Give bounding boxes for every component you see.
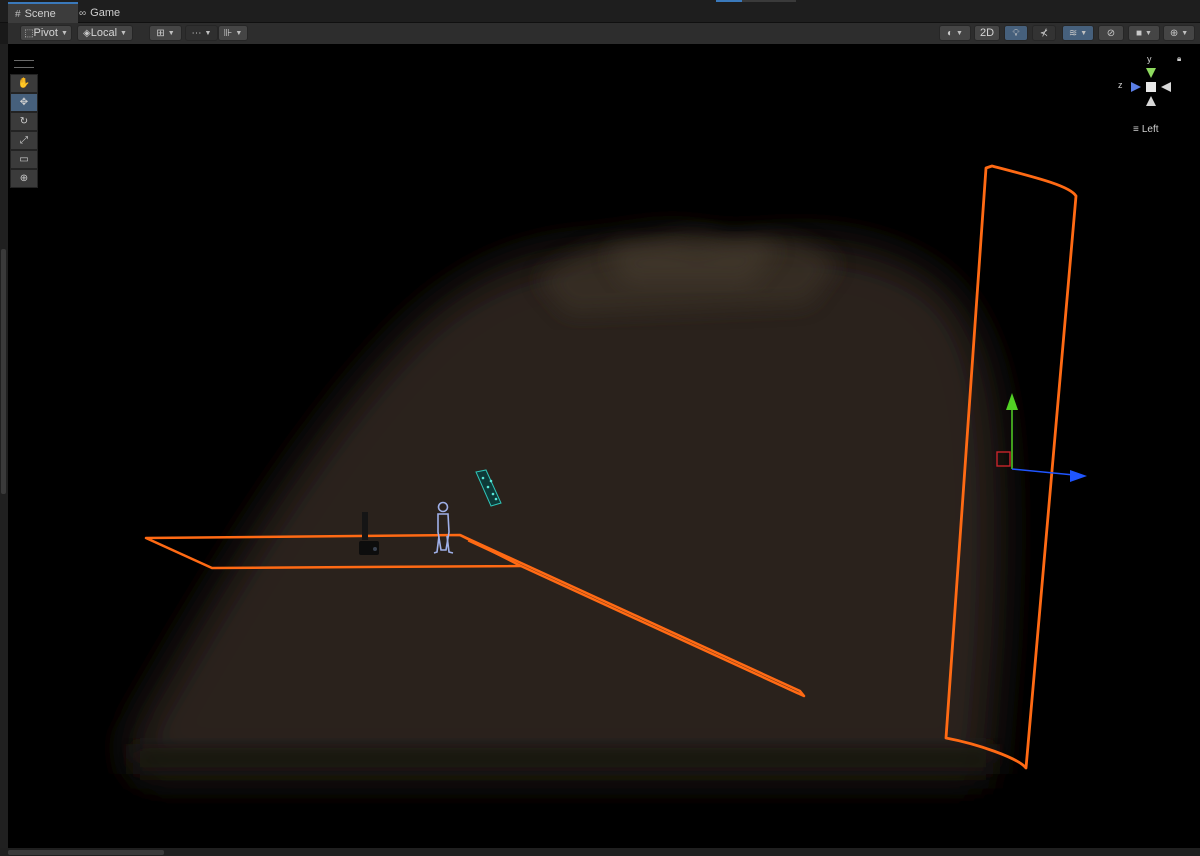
lock-icon[interactable]: 🔒︎	[1177, 54, 1181, 64]
view-label-text: Left	[1141, 124, 1159, 135]
chevron-down-icon: ▼	[167, 29, 175, 37]
chevron-down-icon: ▼	[1181, 29, 1189, 37]
chevron-down-icon: ▼	[1145, 29, 1152, 37]
transform-icon: ⊕	[19, 173, 29, 184]
grid-visibility-dropdown[interactable]: ⊞ ▼	[149, 25, 182, 41]
toolbar-indicator	[716, 0, 742, 2]
tab-game-label: Game	[90, 7, 121, 19]
move-gizmo[interactable]	[996, 393, 1087, 482]
y-axis-handle	[1006, 393, 1018, 410]
draw-mode-dropdown[interactable]: ◐ ▼	[939, 25, 971, 41]
menu-lines-icon: ≡	[1133, 124, 1139, 135]
hand-tool-button[interactable]: ✋	[10, 74, 38, 93]
gizmo-globe-icon: ⊕	[1169, 27, 1179, 39]
tab-bar: # Scene ∞ Game	[0, 0, 1200, 24]
local-label: Local	[90, 27, 118, 39]
video-camera-icon: ■	[1136, 27, 1143, 39]
grid-snapping-dropdown[interactable]: ⋯ ▼	[185, 25, 218, 41]
hand-icon: ✋	[17, 78, 31, 89]
increment-snap-dropdown[interactable]: ⊪ ▼	[218, 25, 248, 41]
z-axis-handle	[1070, 470, 1087, 482]
lighting-toggle[interactable]: 💡︎	[1004, 25, 1028, 41]
pivot-label: Pivot	[33, 27, 58, 39]
audio-toggle[interactable]: ⊀	[1032, 25, 1056, 41]
transform-tool-button[interactable]: ⊕	[10, 169, 38, 188]
ruler-icon: ⊪	[223, 27, 233, 39]
scene-canvas[interactable]	[8, 44, 1200, 848]
tool-panel-grip[interactable]	[14, 60, 34, 68]
scale-icon: ⤢	[20, 135, 28, 146]
chevron-down-icon: ▼	[204, 29, 212, 37]
toolbar-indicator-secondary	[742, 0, 796, 2]
pivot-icon: ⬚	[24, 27, 34, 39]
mode-2d-toggle[interactable]: 2D	[974, 25, 1000, 41]
cube-icon: ◈	[83, 27, 91, 39]
eye-slash-icon: ⊘	[1106, 27, 1116, 39]
tool-panel: ✋ ✥ ↻ ⤢ ▭ ⊕	[10, 60, 38, 188]
gizmo-z-label: z	[1118, 80, 1123, 90]
orientation-gizmo[interactable]: y z 🔒︎	[1111, 50, 1191, 120]
gizmo-y-label: y	[1147, 54, 1152, 64]
rect-icon: ▭	[19, 154, 29, 165]
view-label[interactable]: ≡ Left	[1133, 124, 1159, 135]
bottom-scrollbar[interactable]	[0, 848, 1200, 856]
move-icon: ✥	[19, 97, 29, 108]
snap-icon: ⋯	[191, 27, 202, 39]
chevron-down-icon: ▼	[120, 29, 127, 37]
tab-scene[interactable]: # Scene	[8, 2, 78, 24]
chevron-down-icon: ▼	[235, 29, 243, 37]
scene-toolbar: ⬚ Pivot ▼ ◈ Local ▼ ⊞ ▼ ⋯ ▼ ⊪ ▼ ◐ ▼ 2D 💡…	[8, 23, 1200, 45]
pivot-dropdown[interactable]: ⬚ Pivot ▼	[20, 25, 72, 41]
rotate-icon: ↻	[19, 116, 29, 127]
tab-game[interactable]: ∞ Game	[72, 4, 127, 22]
tab-scene-label: Scene	[24, 8, 56, 20]
mode-2d-label: 2D	[979, 27, 995, 39]
lightbulb-icon: 💡︎	[1012, 27, 1020, 39]
left-scrollbar[interactable]	[0, 44, 8, 856]
spotlight-glow	[128, 234, 1002, 774]
scene-viewport[interactable]: y z 🔒︎ ≡ Left	[8, 44, 1200, 848]
move-tool-button[interactable]: ✥	[10, 93, 38, 112]
chevron-down-icon: ▼	[956, 29, 963, 37]
camera-dropdown[interactable]: ■ ▼	[1128, 25, 1160, 41]
shading-mode-icon: ◐	[947, 27, 954, 39]
gizmos-dropdown[interactable]: ⊕ ▼	[1163, 25, 1195, 41]
gamepad-icon: ∞	[79, 7, 87, 19]
chevron-down-icon: ▼	[60, 29, 68, 37]
left-scrollbar-thumb[interactable]	[1, 249, 6, 494]
speaker-muted-icon: ⊀	[1039, 27, 1049, 39]
local-space-dropdown[interactable]: ◈ Local ▼	[77, 25, 133, 41]
scale-tool-button[interactable]: ⤢	[10, 131, 38, 150]
rect-tool-button[interactable]: ▭	[10, 150, 38, 169]
grid-icon: #	[15, 8, 21, 20]
effects-dropdown[interactable]: ≋ ▼	[1062, 25, 1094, 41]
bottom-scrollbar-thumb[interactable]	[8, 850, 164, 855]
grid-snap-icon: ⊞	[156, 27, 165, 39]
layers-icon: ≋	[1068, 27, 1078, 39]
hidden-objects-toggle[interactable]: ⊘	[1098, 25, 1124, 41]
chevron-down-icon: ▼	[1080, 29, 1088, 37]
rotate-tool-button[interactable]: ↻	[10, 112, 38, 131]
